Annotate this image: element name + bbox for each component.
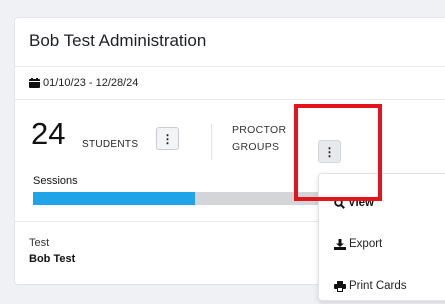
students-menu-button[interactable]: ⋮ [156, 127, 179, 150]
divider [211, 124, 212, 160]
proctor-groups-label: PROCTOR GROUPS [232, 122, 286, 156]
date-range: 01/10/23 - 12/28/24 [43, 77, 139, 89]
students-label: STUDENTS [82, 139, 139, 150]
proctor-label-line2: GROUPS [232, 141, 280, 153]
test-label: Test [29, 237, 50, 249]
proctor-label-line1: PROCTOR [232, 124, 287, 136]
menu-item-label: Print Cards [349, 280, 407, 292]
printer-icon [334, 280, 346, 292]
highlight-annotation [294, 104, 382, 201]
card-header: Bob Test Administration [15, 18, 445, 67]
test-name: Bob Test [29, 253, 76, 265]
date-range-row: 01/10/23 - 12/28/24 [15, 67, 445, 100]
student-count: 24 [31, 116, 66, 151]
menu-item-export[interactable]: Export [334, 238, 382, 250]
download-icon [334, 238, 346, 250]
sessions-progress-bar [33, 192, 323, 205]
sessions-label: Sessions [33, 175, 78, 187]
card-title: Bob Test Administration [29, 31, 207, 50]
calendar-icon [29, 78, 40, 88]
kebab-icon: ⋮ [161, 131, 174, 146]
menu-item-label: Export [349, 238, 383, 250]
sessions-progress-fill [33, 192, 196, 205]
menu-item-print-cards[interactable]: Print Cards [334, 280, 407, 292]
